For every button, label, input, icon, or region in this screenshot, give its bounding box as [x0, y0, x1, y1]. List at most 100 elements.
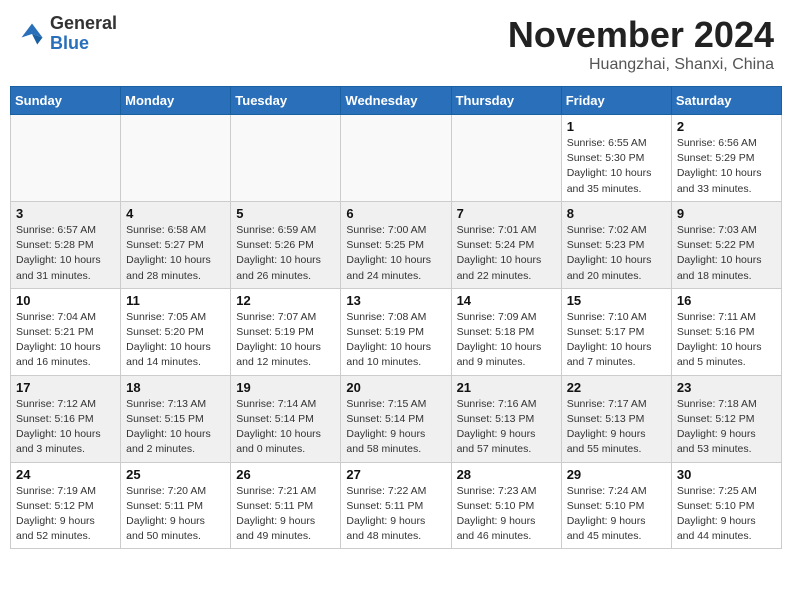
calendar-cell: 2 Sunrise: 6:56 AM Sunset: 5:29 PM Daylig… — [671, 115, 781, 202]
logo-general: General — [50, 14, 117, 34]
day-info: Sunrise: 7:11 AM Sunset: 5:16 PM Dayligh… — [677, 310, 776, 371]
day-info: Sunrise: 7:05 AM Sunset: 5:20 PM Dayligh… — [126, 310, 225, 371]
calendar-cell: 30 Sunrise: 7:25 AM Sunset: 5:10 PM Dayli… — [671, 462, 781, 549]
calendar-cell: 6 Sunrise: 7:00 AM Sunset: 5:25 PM Daylig… — [341, 201, 451, 288]
calendar-cell: 25 Sunrise: 7:20 AM Sunset: 5:11 PM Dayli… — [121, 462, 231, 549]
day-number: 14 — [457, 293, 556, 308]
logo-icon — [18, 20, 46, 48]
day-number: 20 — [346, 380, 445, 395]
day-header-monday: Monday — [121, 87, 231, 115]
day-info: Sunrise: 7:12 AM Sunset: 5:16 PM Dayligh… — [16, 397, 115, 458]
calendar-week-row: 10 Sunrise: 7:04 AM Sunset: 5:21 PM Dayli… — [11, 288, 782, 375]
day-info: Sunrise: 7:10 AM Sunset: 5:17 PM Dayligh… — [567, 310, 666, 371]
calendar-cell: 5 Sunrise: 6:59 AM Sunset: 5:26 PM Daylig… — [231, 201, 341, 288]
day-number: 23 — [677, 380, 776, 395]
calendar-cell: 10 Sunrise: 7:04 AM Sunset: 5:21 PM Dayli… — [11, 288, 121, 375]
day-info: Sunrise: 7:21 AM Sunset: 5:11 PM Dayligh… — [236, 484, 335, 545]
day-number: 5 — [236, 206, 335, 221]
day-header-tuesday: Tuesday — [231, 87, 341, 115]
day-info: Sunrise: 7:13 AM Sunset: 5:15 PM Dayligh… — [126, 397, 225, 458]
day-header-thursday: Thursday — [451, 87, 561, 115]
calendar-cell — [231, 115, 341, 202]
calendar-cell — [341, 115, 451, 202]
day-info: Sunrise: 7:09 AM Sunset: 5:18 PM Dayligh… — [457, 310, 556, 371]
calendar-cell — [121, 115, 231, 202]
day-info: Sunrise: 7:24 AM Sunset: 5:10 PM Dayligh… — [567, 484, 666, 545]
day-number: 25 — [126, 467, 225, 482]
calendar-cell: 27 Sunrise: 7:22 AM Sunset: 5:11 PM Dayli… — [341, 462, 451, 549]
calendar-cell — [11, 115, 121, 202]
calendar-cell: 28Sunrise: 7:23 AM Sunset: 5:10 PM Dayli… — [451, 462, 561, 549]
day-info: Sunrise: 7:25 AM Sunset: 5:10 PM Dayligh… — [677, 484, 776, 545]
calendar-week-row: 24Sunrise: 7:19 AM Sunset: 5:12 PM Dayli… — [11, 462, 782, 549]
day-number: 16 — [677, 293, 776, 308]
calendar-week-row: 1 Sunrise: 6:55 AM Sunset: 5:30 PM Daylig… — [11, 115, 782, 202]
calendar-cell: 3Sunrise: 6:57 AM Sunset: 5:28 PM Daylig… — [11, 201, 121, 288]
day-info: Sunrise: 7:04 AM Sunset: 5:21 PM Dayligh… — [16, 310, 115, 371]
page-header: General Blue November 2024 Huangzhai, Sh… — [10, 10, 782, 78]
day-number: 22 — [567, 380, 666, 395]
day-number: 6 — [346, 206, 445, 221]
day-info: Sunrise: 6:57 AM Sunset: 5:28 PM Dayligh… — [16, 223, 115, 284]
calendar-table: SundayMondayTuesdayWednesdayThursdayFrid… — [10, 86, 782, 549]
calendar-cell: 13Sunrise: 7:08 AM Sunset: 5:19 PM Dayli… — [341, 288, 451, 375]
calendar-cell: 23Sunrise: 7:18 AM Sunset: 5:12 PM Dayli… — [671, 375, 781, 462]
day-number: 7 — [457, 206, 556, 221]
day-info: Sunrise: 7:03 AM Sunset: 5:22 PM Dayligh… — [677, 223, 776, 284]
day-number: 28 — [457, 467, 556, 482]
calendar-cell: 8Sunrise: 7:02 AM Sunset: 5:23 PM Daylig… — [561, 201, 671, 288]
day-header-saturday: Saturday — [671, 87, 781, 115]
location: Huangzhai, Shanxi, China — [508, 56, 774, 74]
calendar-cell: 4Sunrise: 6:58 AM Sunset: 5:27 PM Daylig… — [121, 201, 231, 288]
calendar-cell: 18 Sunrise: 7:13 AM Sunset: 5:15 PM Dayli… — [121, 375, 231, 462]
day-info: Sunrise: 7:19 AM Sunset: 5:12 PM Dayligh… — [16, 484, 115, 545]
calendar-cell: 20 Sunrise: 7:15 AM Sunset: 5:14 PM Dayli… — [341, 375, 451, 462]
day-info: Sunrise: 7:00 AM Sunset: 5:25 PM Dayligh… — [346, 223, 445, 284]
day-number: 1 — [567, 119, 666, 134]
calendar-cell: 19 Sunrise: 7:14 AM Sunset: 5:14 PM Dayli… — [231, 375, 341, 462]
day-header-wednesday: Wednesday — [341, 87, 451, 115]
logo-text: General Blue — [50, 14, 117, 54]
day-info: Sunrise: 7:15 AM Sunset: 5:14 PM Dayligh… — [346, 397, 445, 458]
month-title: November 2024 — [508, 14, 774, 56]
day-number: 13 — [346, 293, 445, 308]
day-number: 12 — [236, 293, 335, 308]
calendar-week-row: 3Sunrise: 6:57 AM Sunset: 5:28 PM Daylig… — [11, 201, 782, 288]
calendar-cell: 7 Sunrise: 7:01 AM Sunset: 5:24 PM Daylig… — [451, 201, 561, 288]
day-number: 18 — [126, 380, 225, 395]
day-info: Sunrise: 7:14 AM Sunset: 5:14 PM Dayligh… — [236, 397, 335, 458]
day-number: 19 — [236, 380, 335, 395]
day-info: Sunrise: 7:20 AM Sunset: 5:11 PM Dayligh… — [126, 484, 225, 545]
day-info: Sunrise: 7:17 AM Sunset: 5:13 PM Dayligh… — [567, 397, 666, 458]
day-info: Sunrise: 6:58 AM Sunset: 5:27 PM Dayligh… — [126, 223, 225, 284]
calendar-cell: 1 Sunrise: 6:55 AM Sunset: 5:30 PM Daylig… — [561, 115, 671, 202]
day-number: 17 — [16, 380, 115, 395]
day-header-friday: Friday — [561, 87, 671, 115]
day-info: Sunrise: 7:16 AM Sunset: 5:13 PM Dayligh… — [457, 397, 556, 458]
day-number: 11 — [126, 293, 225, 308]
calendar-header-row: SundayMondayTuesdayWednesdayThursdayFrid… — [11, 87, 782, 115]
calendar-cell: 21Sunrise: 7:16 AM Sunset: 5:13 PM Dayli… — [451, 375, 561, 462]
calendar-cell: 17 Sunrise: 7:12 AM Sunset: 5:16 PM Dayli… — [11, 375, 121, 462]
calendar-cell: 9Sunrise: 7:03 AM Sunset: 5:22 PM Daylig… — [671, 201, 781, 288]
day-info: Sunrise: 6:56 AM Sunset: 5:29 PM Dayligh… — [677, 136, 776, 197]
logo-blue: Blue — [50, 34, 117, 54]
day-info: Sunrise: 7:22 AM Sunset: 5:11 PM Dayligh… — [346, 484, 445, 545]
day-number: 26 — [236, 467, 335, 482]
calendar-cell: 12Sunrise: 7:07 AM Sunset: 5:19 PM Dayli… — [231, 288, 341, 375]
day-info: Sunrise: 6:59 AM Sunset: 5:26 PM Dayligh… — [236, 223, 335, 284]
day-info: Sunrise: 7:01 AM Sunset: 5:24 PM Dayligh… — [457, 223, 556, 284]
title-block: November 2024 Huangzhai, Shanxi, China — [508, 14, 774, 74]
calendar-cell: 29Sunrise: 7:24 AM Sunset: 5:10 PM Dayli… — [561, 462, 671, 549]
day-info: Sunrise: 7:02 AM Sunset: 5:23 PM Dayligh… — [567, 223, 666, 284]
calendar-cell: 16 Sunrise: 7:11 AM Sunset: 5:16 PM Dayli… — [671, 288, 781, 375]
calendar-cell: 26 Sunrise: 7:21 AM Sunset: 5:11 PM Dayli… — [231, 462, 341, 549]
day-number: 15 — [567, 293, 666, 308]
day-number: 10 — [16, 293, 115, 308]
day-number: 27 — [346, 467, 445, 482]
day-number: 2 — [677, 119, 776, 134]
day-number: 30 — [677, 467, 776, 482]
day-info: Sunrise: 6:55 AM Sunset: 5:30 PM Dayligh… — [567, 136, 666, 197]
calendar-cell: 14 Sunrise: 7:09 AM Sunset: 5:18 PM Dayli… — [451, 288, 561, 375]
calendar-cell: 11 Sunrise: 7:05 AM Sunset: 5:20 PM Dayli… — [121, 288, 231, 375]
